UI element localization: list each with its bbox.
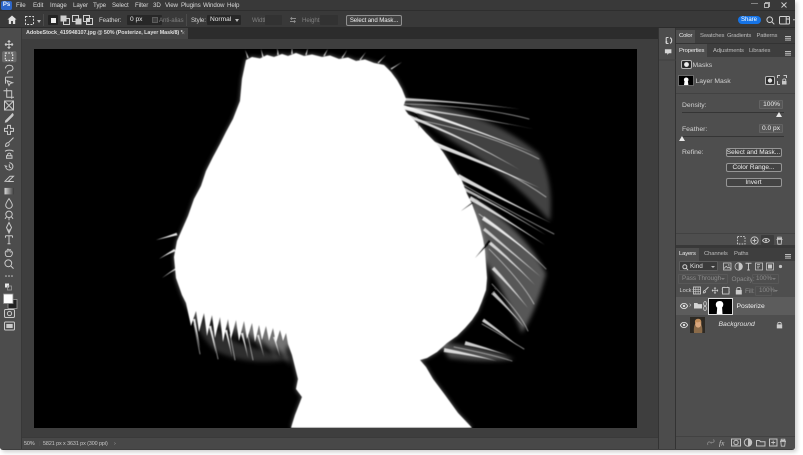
- svg-text:fx: fx: [719, 439, 725, 448]
